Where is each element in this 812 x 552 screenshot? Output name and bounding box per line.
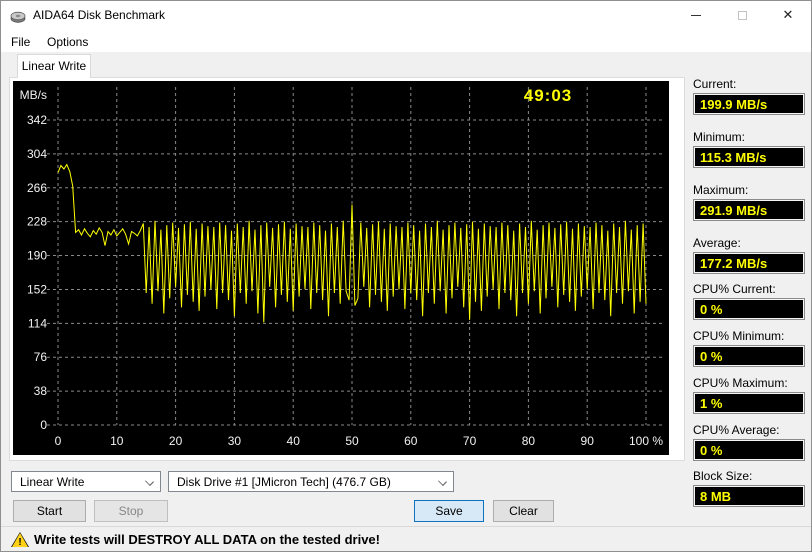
y-tick-label: 304 xyxy=(27,147,47,161)
y-tick-label: 0 xyxy=(40,418,47,432)
test-type-select[interactable]: Linear Write xyxy=(11,471,161,492)
x-tick-label: 60 xyxy=(404,434,418,448)
y-axis-unit-label: MB/s xyxy=(20,88,47,102)
window-title: AIDA64 Disk Benchmark xyxy=(33,8,166,22)
close-icon: ✕ xyxy=(782,7,794,22)
stat-maximum: Maximum: 291.9 MB/s xyxy=(693,183,805,221)
stat-average: Average: 177.2 MB/s xyxy=(693,236,805,274)
y-tick-label: 266 xyxy=(27,181,47,195)
stat-cpu-maximum: CPU% Maximum: 1 % xyxy=(693,376,805,414)
x-tick-label: 70 xyxy=(463,434,477,448)
stat-label: CPU% Average: xyxy=(693,423,780,437)
stat-value-box: 8 MB xyxy=(693,485,805,507)
stat-label: Minimum: xyxy=(693,130,746,144)
stat-label: Block Size: xyxy=(693,469,753,483)
stat-label: Average: xyxy=(693,236,741,250)
stat-value: 177.2 MB/s xyxy=(700,256,768,271)
drive-select[interactable]: Disk Drive #1 [JMicron Tech] (476.7 GB) xyxy=(168,471,454,492)
stat-label: Current: xyxy=(693,77,737,91)
y-tick-label: 228 xyxy=(27,215,47,229)
elapsed-time: 49:03 xyxy=(523,86,573,105)
y-tick-label: 342 xyxy=(27,113,47,127)
drive-select-value: Disk Drive #1 [JMicron Tech] (476.7 GB) xyxy=(177,475,391,489)
stat-value-box: 199.9 MB/s xyxy=(693,93,805,115)
stat-cpu-current: CPU% Current: 0 % xyxy=(693,282,805,320)
clear-button[interactable]: Clear xyxy=(493,500,554,522)
stat-value: 199.9 MB/s xyxy=(700,97,768,112)
y-tick-label: 190 xyxy=(27,249,47,263)
y-tick-label: 38 xyxy=(34,384,48,398)
stat-value-box: 0 % xyxy=(693,298,805,320)
titlebar[interactable]: AIDA64 Disk Benchmark ✕ xyxy=(1,1,811,29)
stat-cpu-minimum: CPU% Minimum: 0 % xyxy=(693,329,805,367)
stat-value: 0 % xyxy=(700,443,723,458)
stat-value-box: 0 % xyxy=(693,439,805,461)
x-tick-label: 100 % xyxy=(629,434,663,448)
x-tick-label: 20 xyxy=(169,434,183,448)
stat-label: CPU% Maximum: xyxy=(693,376,788,390)
maximize-icon xyxy=(737,11,747,21)
stat-value: 8 MB xyxy=(700,489,732,504)
chevron-down-icon xyxy=(438,477,447,486)
menu-file[interactable]: File xyxy=(5,33,36,51)
start-button[interactable]: Start xyxy=(13,500,86,522)
app-disk-icon xyxy=(10,11,26,23)
stat-label: Maximum: xyxy=(693,183,749,197)
stat-value-box: 115.3 MB/s xyxy=(693,146,805,168)
stat-block-size: Block Size: 8 MB xyxy=(693,469,805,507)
stat-value: 0 % xyxy=(700,349,723,364)
menu-options[interactable]: Options xyxy=(41,33,94,51)
stat-label: CPU% Current: xyxy=(693,282,776,296)
stat-cpu-average: CPU% Average: 0 % xyxy=(693,423,805,461)
warning-icon: ! xyxy=(11,532,29,547)
stat-current: Current: 199.9 MB/s xyxy=(693,77,805,115)
x-tick-label: 50 xyxy=(345,434,359,448)
benchmark-chart: 342 304 266 228 190 152 114 76 38 00 10 20 30 40 50 60 7… xyxy=(20,87,665,448)
stat-value: 291.9 MB/s xyxy=(700,203,768,218)
save-button[interactable]: Save xyxy=(414,500,484,522)
stat-value: 0 % xyxy=(700,302,723,317)
x-tick-label: 0 xyxy=(55,434,62,448)
status-bar: ! Write tests will DESTROY ALL DATA on t… xyxy=(1,526,811,551)
stat-value-box: 177.2 MB/s xyxy=(693,252,805,274)
stat-value: 115.3 MB/s xyxy=(700,150,767,165)
minimize-button[interactable] xyxy=(673,1,719,29)
stat-value: 1 % xyxy=(700,396,723,411)
status-message: Write tests will DESTROY ALL DATA on the… xyxy=(34,532,380,547)
chart-area: 342 304 266 228 190 152 114 76 38 0 0 10 20 30 40 50 60 7… xyxy=(13,81,669,455)
y-tick-label: 76 xyxy=(34,350,48,364)
maximize-button[interactable] xyxy=(719,1,765,29)
stop-button: Stop xyxy=(94,500,168,522)
x-tick-label: 80 xyxy=(522,434,536,448)
minimize-icon xyxy=(691,15,701,17)
y-tick-label: 152 xyxy=(27,282,47,296)
tab-linear-write[interactable]: Linear Write xyxy=(17,54,91,78)
stat-label: CPU% Minimum: xyxy=(693,329,785,343)
menubar: File Options xyxy=(1,29,811,52)
aida64-disk-benchmark-window: AIDA64 Disk Benchmark ✕ File Options Lin… xyxy=(0,0,812,552)
stat-value-box: 0 % xyxy=(693,345,805,367)
x-tick-label: 30 xyxy=(228,434,242,448)
stat-minimum: Minimum: 115.3 MB/s xyxy=(693,130,805,168)
chevron-down-icon xyxy=(145,477,154,486)
x-tick-label: 40 xyxy=(287,434,301,448)
stat-value-box: 1 % xyxy=(693,392,805,414)
test-type-value: Linear Write xyxy=(20,475,85,489)
x-tick-label: 10 xyxy=(110,434,124,448)
close-button[interactable]: ✕ xyxy=(765,1,811,29)
y-tick-label: 114 xyxy=(28,316,47,330)
x-tick-label: 90 xyxy=(581,434,595,448)
warning-exclamation: ! xyxy=(12,533,28,547)
stat-value-box: 291.9 MB/s xyxy=(693,199,805,221)
